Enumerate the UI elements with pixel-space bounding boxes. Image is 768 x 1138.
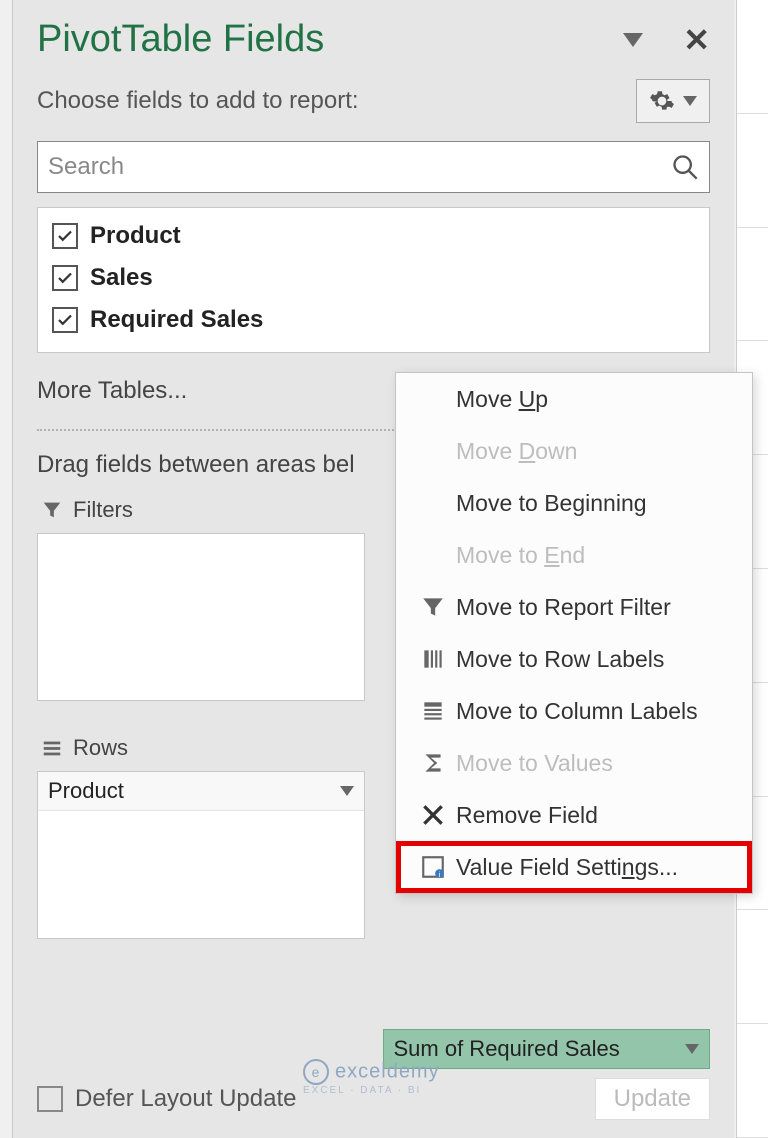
- menu-remove-field[interactable]: Remove Field: [396, 789, 752, 841]
- filters-drop-area[interactable]: [37, 533, 365, 701]
- close-icon[interactable]: ✕: [683, 21, 710, 59]
- sigma-icon: [420, 750, 446, 776]
- menu-move-beginning[interactable]: Move to Beginning: [396, 477, 752, 529]
- menu-move-report-filter[interactable]: Move to Report Filter: [396, 581, 752, 633]
- field-required-sales[interactable]: Required Sales: [52, 306, 695, 334]
- menu-move-values: Move to Values: [396, 737, 752, 789]
- chevron-down-icon[interactable]: [685, 1044, 699, 1054]
- defer-label: Defer Layout Update: [75, 1085, 296, 1113]
- pane-menu-dropdown-icon[interactable]: [623, 33, 643, 47]
- settings-icon: i: [420, 854, 446, 880]
- field-label: Required Sales: [90, 306, 263, 334]
- search-input[interactable]: Search: [37, 141, 710, 193]
- remove-icon: [420, 802, 446, 828]
- choose-fields-label: Choose fields to add to report:: [37, 87, 359, 115]
- fields-list: Product Sales Required Sales: [37, 207, 710, 353]
- update-button[interactable]: Update: [595, 1078, 710, 1120]
- columns-icon: [420, 698, 446, 724]
- checkbox-icon[interactable]: [52, 265, 78, 291]
- menu-move-down: Move Down: [396, 425, 752, 477]
- rows-icon: [41, 737, 63, 759]
- field-label: Product: [90, 222, 181, 250]
- checkbox-icon[interactable]: [37, 1086, 63, 1112]
- checkbox-icon[interactable]: [52, 223, 78, 249]
- search-placeholder: Search: [48, 153, 124, 181]
- watermark: eexceldemy EXCEL · DATA · BI: [303, 1059, 440, 1096]
- filters-area-header: Filters: [37, 491, 365, 533]
- field-context-menu: Move Up Move Down Move to Beginning Move…: [395, 372, 753, 894]
- svg-text:i: i: [439, 870, 441, 879]
- search-icon: [671, 153, 699, 181]
- menu-value-field-settings[interactable]: i Value Field Settings...: [396, 841, 752, 893]
- field-sales[interactable]: Sales: [52, 264, 695, 292]
- menu-move-row-labels[interactable]: Move to Row Labels: [396, 633, 752, 685]
- menu-move-up[interactable]: Move Up: [396, 373, 752, 425]
- defer-layout-checkbox[interactable]: Defer Layout Update: [37, 1085, 296, 1113]
- gear-icon: [649, 88, 675, 114]
- rows-drop-area[interactable]: Product: [37, 771, 365, 939]
- rows-icon: [420, 646, 446, 672]
- tools-button[interactable]: [636, 79, 710, 123]
- menu-move-end: Move to End: [396, 529, 752, 581]
- rows-area-header: Rows: [37, 729, 365, 771]
- field-label: Sales: [90, 264, 153, 292]
- field-product[interactable]: Product: [52, 222, 695, 250]
- pane-title: PivotTable Fields: [37, 18, 324, 61]
- rows-item-product[interactable]: Product: [38, 772, 364, 811]
- chevron-down-icon: [683, 96, 697, 106]
- checkbox-icon[interactable]: [52, 307, 78, 333]
- menu-move-column-labels[interactable]: Move to Column Labels: [396, 685, 752, 737]
- filter-icon: [41, 499, 63, 521]
- chevron-down-icon[interactable]: [340, 786, 354, 796]
- filter-icon: [420, 594, 446, 620]
